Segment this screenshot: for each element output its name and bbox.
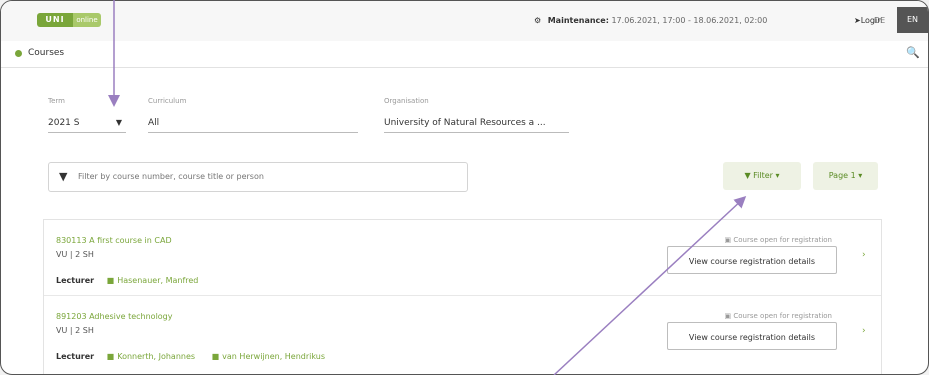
- lang-de[interactable]: DE: [874, 16, 885, 25]
- page-title: Courses: [28, 48, 65, 58]
- registration-status: ▣ Course open for registration: [724, 236, 832, 244]
- top-bar: UNI online ⚙ Maintenance: 17.06.2021, 17…: [1, 1, 928, 41]
- page-button[interactable]: Page 1 ▾: [813, 162, 878, 190]
- curriculum-label: Curriculum: [148, 97, 187, 105]
- lecturer-link[interactable]: Konnerth, Johannes: [117, 352, 195, 361]
- chevron-down-icon: ▾: [855, 171, 863, 180]
- logo[interactable]: UNI online: [37, 13, 101, 27]
- funnel-icon: ▼: [59, 170, 68, 183]
- search-icon[interactable]: 🔍: [906, 46, 920, 59]
- chevron-down-icon: ▾: [772, 171, 780, 180]
- logo-right: online: [73, 13, 101, 27]
- lecturer-label: Lecturer: [56, 276, 95, 285]
- lecturer-link[interactable]: Hasenauer, Manfred: [117, 276, 198, 285]
- course-filter-box: ▼: [48, 162, 468, 192]
- organisation-field[interactable]: University of Natural Resources a ...: [384, 116, 569, 133]
- course-item: 830113 A first course in CAD VU | 2 SH L…: [44, 220, 881, 296]
- course-filter-input[interactable]: [76, 171, 440, 182]
- course-hours: VU | 2 SH: [56, 250, 94, 259]
- course-lecturers: Lecturer ■ Hasenauer, Manfred: [56, 276, 212, 285]
- maintenance-notice: ⚙ Maintenance: 17.06.2021, 17:00 - 18.06…: [534, 16, 767, 25]
- sub-header: Courses 🔍: [1, 41, 928, 68]
- person-icon: ■: [211, 352, 220, 361]
- person-icon: ■: [106, 276, 115, 285]
- curriculum-field[interactable]: All: [148, 116, 358, 133]
- term-value: 2021 S: [48, 118, 80, 128]
- app-window: UNI online ⚙ Maintenance: 17.06.2021, 17…: [0, 0, 929, 375]
- lecturer-link[interactable]: van Herwijnen, Hendrikus: [222, 352, 325, 361]
- funnel-icon: ▼: [744, 171, 754, 180]
- term-select[interactable]: 2021 S ▼: [48, 116, 126, 133]
- view-registration-button[interactable]: View course registration details: [667, 322, 837, 350]
- wrench-icon: ⚙: [534, 16, 542, 25]
- course-lecturers: Lecturer ■ Konnerth, Johannes ■ van Herwij…: [56, 352, 339, 361]
- organisation-label: Organisation: [384, 97, 429, 105]
- organisation-value: University of Natural Resources a ...: [384, 118, 546, 128]
- maintenance-label: Maintenance:: [547, 16, 609, 25]
- view-registration-button[interactable]: View course registration details: [667, 246, 837, 274]
- person-icon: ■: [106, 352, 115, 361]
- course-item: 891203 Adhesive technology VU | 2 SH Lec…: [44, 296, 881, 371]
- course-hours: VU | 2 SH: [56, 326, 94, 335]
- term-label: Term: [48, 97, 65, 105]
- lang-en[interactable]: EN: [897, 7, 928, 33]
- chevron-right-icon[interactable]: ›: [862, 326, 866, 336]
- course-list: 830113 A first course in CAD VU | 2 SH L…: [43, 219, 882, 374]
- lecturer-label: Lecturer: [56, 352, 95, 361]
- logo-left: UNI: [37, 13, 73, 27]
- app-dot-icon: [15, 50, 22, 57]
- maintenance-dates: 17.06.2021, 17:00 - 18.06.2021, 02:00: [611, 16, 768, 25]
- filter-button[interactable]: ▼ Filter ▾: [723, 162, 801, 190]
- chevron-right-icon[interactable]: ›: [862, 250, 866, 260]
- curriculum-value: All: [148, 118, 160, 128]
- login-icon: ➤: [854, 16, 861, 25]
- registration-status: ▣ Course open for registration: [724, 312, 832, 320]
- course-title-link[interactable]: 891203 Adhesive technology: [56, 312, 173, 321]
- course-title-link[interactable]: 830113 A first course in CAD: [56, 236, 172, 245]
- chevron-down-icon: ▼: [115, 118, 122, 127]
